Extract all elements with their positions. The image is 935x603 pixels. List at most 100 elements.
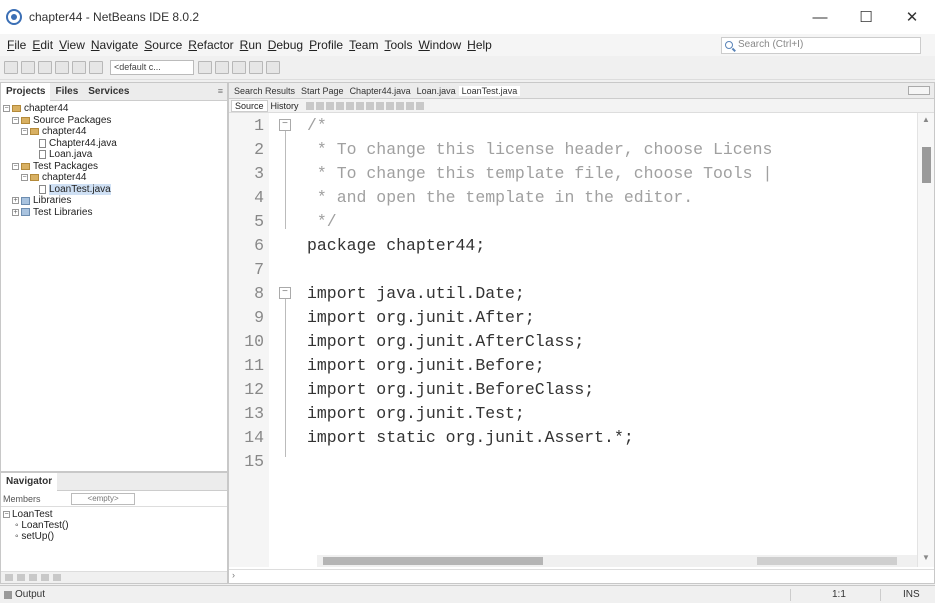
code-area[interactable]: 1 − /* 2 * To change this license header…	[229, 113, 917, 567]
shift-right-icon[interactable]	[385, 101, 394, 110]
find-next-icon[interactable]	[345, 101, 354, 110]
collapse-icon[interactable]: −	[3, 511, 10, 518]
close-button[interactable]: ✕	[889, 0, 935, 34]
forward-icon[interactable]	[315, 101, 324, 110]
vertical-scrollbar[interactable]: ▲ ▼	[917, 113, 934, 567]
nav-item-class[interactable]: − LoanTest	[3, 509, 225, 520]
tab-services[interactable]: Services	[83, 86, 134, 97]
run-icon[interactable]	[232, 61, 246, 74]
collapse-icon[interactable]: −	[21, 174, 28, 182]
tree-item-libraries[interactable]: + Libraries	[3, 195, 225, 207]
build-icon[interactable]	[198, 61, 212, 74]
tree-item-test-libraries[interactable]: + Test Libraries	[3, 207, 225, 219]
expand-icon[interactable]: +	[12, 208, 19, 216]
tab-loantest-java[interactable]: LoanTest.java	[458, 85, 521, 96]
tree-item-loan-java[interactable]: Loan.java	[3, 149, 225, 161]
horizontal-scrollbar[interactable]	[317, 555, 917, 567]
tab-chapter44-java[interactable]: Chapter44.java	[347, 86, 414, 96]
java-file-icon	[39, 150, 46, 160]
tab-search-results[interactable]: Search Results	[231, 86, 298, 96]
uncomment-icon[interactable]	[405, 101, 414, 110]
scroll-thumb[interactable]	[323, 557, 543, 565]
find-prev-icon[interactable]	[335, 101, 344, 110]
debug-icon[interactable]	[249, 61, 263, 74]
panel-minimize-icon[interactable]: ≡	[218, 86, 223, 96]
tab-files[interactable]: Files	[50, 86, 83, 97]
nav-item-method[interactable]: ◦ setUp()	[3, 531, 225, 542]
back-icon[interactable]	[305, 101, 314, 110]
caret-position: 1:1	[832, 589, 846, 600]
menu-file[interactable]: File	[4, 38, 29, 52]
new-project-icon[interactable]	[21, 61, 35, 74]
search-input[interactable]: Search (Ctrl+I)	[721, 37, 921, 54]
tree-item-loantest-java[interactable]: LoanTest.java	[3, 183, 225, 195]
menu-navigate[interactable]: Navigate	[88, 38, 141, 52]
scroll-down-icon[interactable]: ▼	[922, 553, 930, 562]
menu-tools[interactable]: Tools	[381, 38, 415, 52]
code-editor: Search Results Start Page Chapter44.java…	[228, 82, 935, 584]
menu-help[interactable]: Help	[464, 38, 495, 52]
collapse-icon[interactable]: −	[3, 105, 10, 113]
menu-view[interactable]: View	[56, 38, 88, 52]
macro-icon[interactable]	[415, 101, 424, 110]
filter-icon[interactable]	[17, 574, 25, 581]
nav-item-label: LoanTest	[12, 509, 53, 520]
code-text: import org.junit.Test;	[307, 403, 525, 423]
tab-start-page[interactable]: Start Page	[298, 86, 347, 96]
collapse-icon[interactable]: −	[12, 162, 19, 170]
config-select[interactable]: <default c...	[110, 60, 194, 75]
nav-item-constructor[interactable]: ◦ LoanTest()	[3, 520, 225, 531]
save-all-icon[interactable]	[55, 61, 69, 74]
tree-item-test-packages[interactable]: − Test Packages	[3, 161, 225, 173]
code-text: import static org.junit.Assert.*;	[307, 427, 634, 447]
minimize-button[interactable]: —	[797, 0, 843, 34]
menu-source[interactable]: Source	[141, 38, 185, 52]
tab-loan-java[interactable]: Loan.java	[414, 86, 459, 96]
fold-collapse-icon[interactable]: −	[279, 287, 291, 299]
members-select[interactable]: <empty>	[70, 492, 135, 505]
menu-run[interactable]: Run	[237, 38, 265, 52]
tab-navigator[interactable]: Navigator	[1, 472, 58, 491]
clean-build-icon[interactable]	[215, 61, 229, 74]
tree-item-package[interactable]: − chapter44	[3, 126, 225, 138]
scroll-up-icon[interactable]: ▲	[922, 115, 930, 124]
menu-profile[interactable]: Profile	[306, 38, 346, 52]
find-icon[interactable]	[325, 101, 334, 110]
menu-team[interactable]: Team	[346, 38, 381, 52]
scroll-track[interactable]	[757, 557, 897, 565]
tab-projects[interactable]: Projects	[1, 82, 51, 101]
code-line: 3 * To change this template file, choose…	[229, 161, 917, 185]
filter-icon[interactable]	[5, 574, 13, 581]
tree-item-chapter44[interactable]: − chapter44	[3, 103, 225, 115]
tree-item-chapter44-java[interactable]: Chapter44.java	[3, 138, 225, 150]
expand-icon[interactable]: +	[12, 197, 19, 205]
tree-item-test-package[interactable]: − chapter44	[3, 172, 225, 184]
tree-item-label: Libraries	[33, 195, 72, 206]
collapse-icon[interactable]: −	[12, 116, 19, 124]
shift-left-icon[interactable]	[375, 101, 384, 110]
filter-icon[interactable]	[41, 574, 49, 581]
tab-source[interactable]: Source	[231, 99, 268, 112]
tab-history[interactable]: History	[268, 101, 302, 111]
menu-edit[interactable]: Edit	[29, 38, 56, 52]
fold-collapse-icon[interactable]: −	[279, 119, 291, 131]
tree-item-source-packages[interactable]: − Source Packages	[3, 115, 225, 127]
maximize-button[interactable]: ☐	[843, 0, 889, 34]
open-project-icon[interactable]	[38, 61, 52, 74]
tab-list-icon[interactable]	[908, 86, 930, 95]
comment-icon[interactable]	[395, 101, 404, 110]
bookmark-icon[interactable]	[365, 101, 374, 110]
filter-icon[interactable]	[29, 574, 37, 581]
redo-icon[interactable]	[89, 61, 103, 74]
undo-icon[interactable]	[72, 61, 86, 74]
menu-window[interactable]: Window	[415, 38, 464, 52]
output-tab[interactable]: Output	[4, 589, 45, 600]
toggle-highlight-icon[interactable]	[355, 101, 364, 110]
new-file-icon[interactable]	[4, 61, 18, 74]
profile-icon[interactable]	[266, 61, 280, 74]
menu-debug[interactable]: Debug	[265, 38, 306, 52]
collapse-icon[interactable]: −	[21, 128, 28, 136]
menu-refactor[interactable]: Refactor	[185, 38, 236, 52]
scroll-thumb[interactable]	[922, 147, 931, 183]
filter-icon[interactable]	[53, 574, 61, 581]
